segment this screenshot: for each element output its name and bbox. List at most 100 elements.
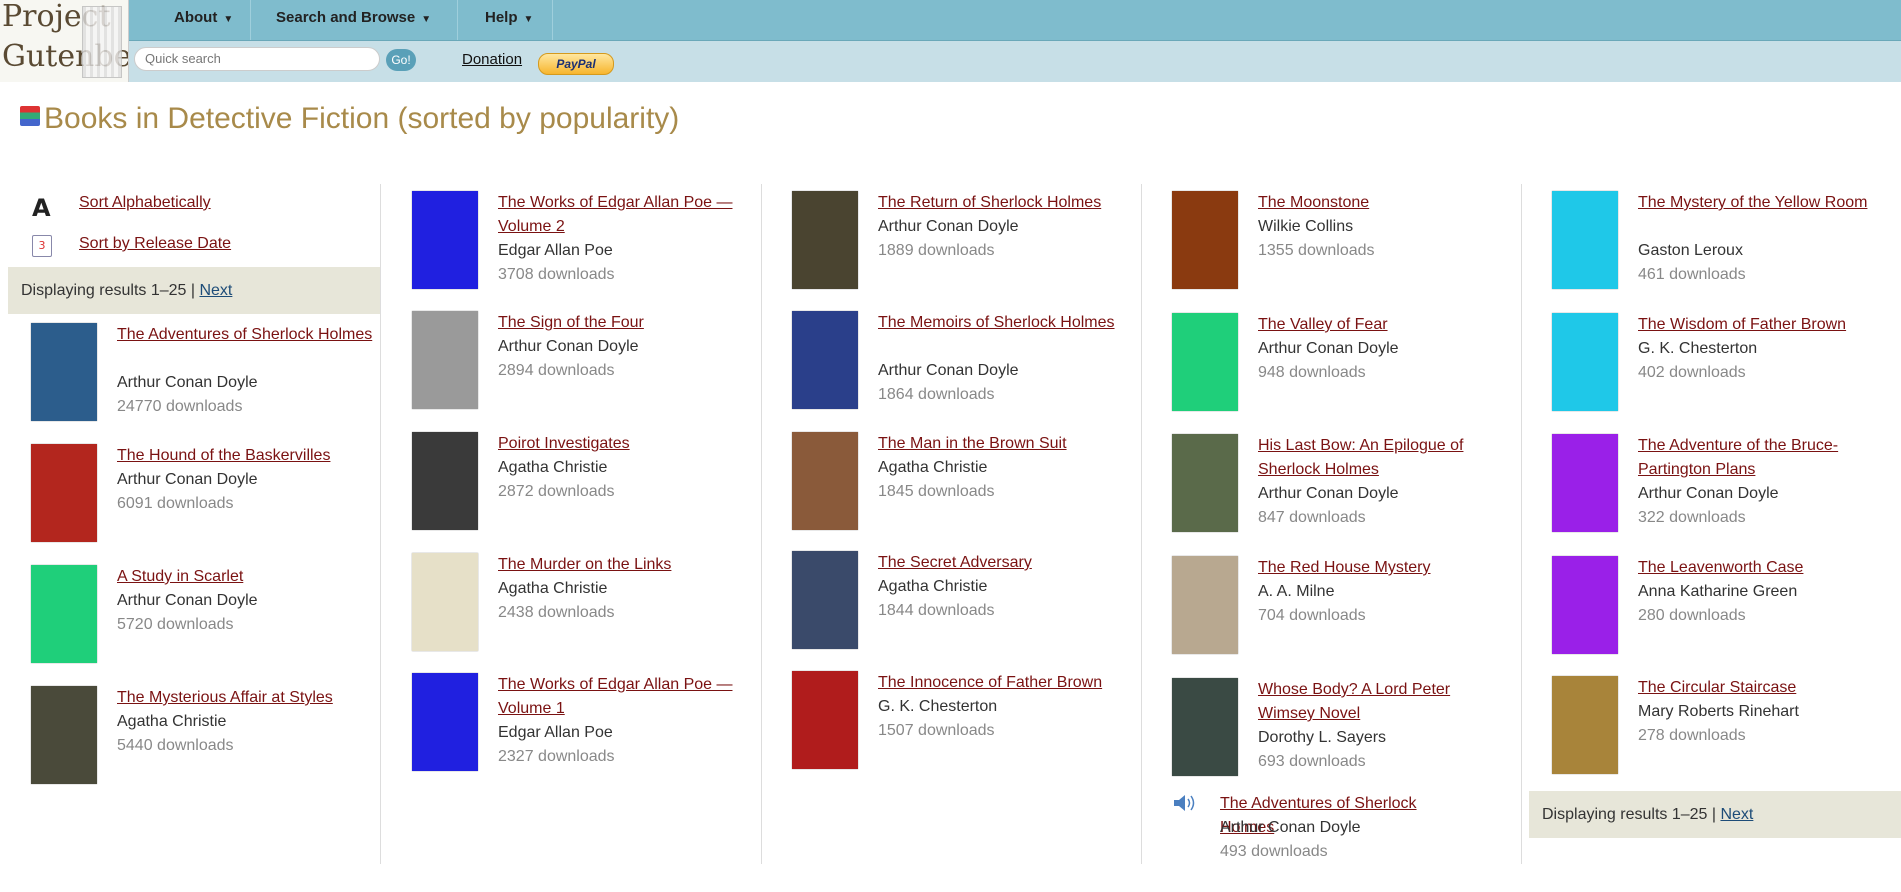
- book-title-link[interactable]: The Wisdom of Father Brown: [1638, 313, 1901, 337]
- book-title-link[interactable]: The Adventures of Sherlock Holmes: [117, 323, 382, 347]
- book-item[interactable]: The Leavenworth Case Anna Katharine Green…: [1552, 556, 1882, 656]
- book-title-link[interactable]: The Man in the Brown Suit: [878, 432, 1143, 456]
- column-divider: [1521, 184, 1522, 864]
- book-cover[interactable]: [412, 553, 478, 651]
- book-cover[interactable]: [1172, 434, 1238, 532]
- book-title-link[interactable]: The Valley of Fear: [1258, 313, 1498, 337]
- book-item[interactable]: The Works of Edgar Allan Poe — Volume 2E…: [412, 191, 742, 291]
- menu-help[interactable]: Help ▼: [475, 0, 543, 40]
- book-title-link[interactable]: The Murder on the Links: [498, 553, 763, 577]
- book-cover[interactable]: [31, 323, 97, 421]
- book-item[interactable]: His Last Bow: An Epilogue of Sherlock Ho…: [1172, 434, 1502, 534]
- logo-tower-image: [82, 6, 122, 78]
- book-title-link[interactable]: The Memoirs of Sherlock Holmes: [878, 311, 1143, 335]
- book-title-link[interactable]: The Leavenworth Case: [1638, 556, 1901, 580]
- book-item[interactable]: The Wisdom of Father Brown G. K. Chestert…: [1552, 313, 1882, 413]
- book-author: Edgar Allan Poe: [498, 724, 613, 741]
- book-title-link[interactable]: The Works of Edgar Allan Poe — Volume 2: [498, 191, 763, 239]
- book-item[interactable]: The Murder on the Links Agatha Christie 24…: [412, 553, 742, 653]
- book-item[interactable]: The Adventures of Sherlock Holmes Arthur …: [31, 323, 372, 423]
- book-cover[interactable]: [792, 671, 858, 769]
- book-title-link[interactable]: The Return of Sherlock Holmes: [878, 191, 1143, 215]
- book-title-link[interactable]: The Red House Mystery: [1258, 556, 1498, 580]
- sort-by-release-date-link[interactable]: Sort by Release Date: [79, 235, 231, 253]
- sort-alphabetically-link[interactable]: Sort Alphabetically: [79, 194, 211, 212]
- book-item[interactable]: A Study in Scarlet Arthur Conan Doyle 5720…: [31, 565, 361, 665]
- book-title-link[interactable]: Poirot Investigates: [498, 432, 763, 456]
- results-bar-bottom: Displaying results 1–25 | Next: [1529, 791, 1901, 838]
- book-cover[interactable]: [31, 565, 97, 663]
- project-gutenberg-logo[interactable]: Project Gutenberg: [0, 0, 129, 82]
- menu-search-and-browse[interactable]: Search and Browse ▼: [266, 0, 441, 40]
- book-title-link[interactable]: The Innocence of Father Brown: [878, 671, 1143, 695]
- book-author: Edgar Allan Poe: [498, 242, 613, 259]
- book-cover[interactable]: [1552, 434, 1618, 532]
- book-cover[interactable]: [1552, 676, 1618, 774]
- book-cover[interactable]: [1172, 313, 1238, 411]
- next-link[interactable]: Next: [1720, 806, 1753, 823]
- book-title-link[interactable]: The Adventure of the Bruce-Partington Pl…: [1638, 434, 1901, 482]
- book-item[interactable]: Whose Body? A Lord Peter Wimsey Novel Dor…: [1172, 678, 1502, 778]
- book-downloads: 847 downloads: [1258, 509, 1366, 526]
- book-cover[interactable]: [412, 191, 478, 289]
- book-cover[interactable]: [1552, 556, 1618, 654]
- book-author: Arthur Conan Doyle: [878, 218, 1019, 235]
- book-item[interactable]: The Adventures of Sherlock Holmes Arthur …: [1172, 792, 1502, 892]
- book-title-link[interactable]: Whose Body? A Lord Peter Wimsey Novel: [1258, 678, 1498, 726]
- book-cover[interactable]: [1552, 191, 1618, 289]
- next-link[interactable]: Next: [199, 282, 232, 299]
- book-item[interactable]: The Circular Staircase Mary Roberts Rineh…: [1552, 676, 1882, 776]
- book-cover[interactable]: [31, 686, 97, 784]
- book-item[interactable]: The Man in the Brown Suit Agatha Christie…: [792, 432, 1122, 532]
- book-cover[interactable]: [792, 551, 858, 649]
- book-item[interactable]: The Innocence of Father Brown G. K. Chest…: [792, 671, 1122, 771]
- book-item[interactable]: The Secret Adversary Agatha Christie 1844 …: [792, 551, 1122, 651]
- book-item[interactable]: The Moonstone Wilkie Collins 1355 download…: [1172, 191, 1502, 291]
- book-item[interactable]: The Works of Edgar Allan Poe — Volume 1E…: [412, 673, 742, 773]
- book-cover[interactable]: [412, 673, 478, 771]
- book-cover[interactable]: [412, 311, 478, 409]
- book-cover[interactable]: [1172, 556, 1238, 654]
- book-cover[interactable]: [412, 432, 478, 530]
- donation-link[interactable]: Donation: [462, 51, 522, 68]
- book-cover[interactable]: [792, 432, 858, 530]
- book-item[interactable]: The Memoirs of Sherlock Holmes Arthur Con…: [792, 311, 1122, 411]
- book-downloads: 461 downloads: [1638, 266, 1746, 283]
- menu-divider: [552, 0, 553, 40]
- book-title-link[interactable]: The Secret Adversary: [878, 551, 1143, 575]
- book-downloads: 280 downloads: [1638, 607, 1746, 624]
- book-item[interactable]: The Adventure of the Bruce-Partington Pl…: [1552, 434, 1882, 534]
- book-cover[interactable]: [792, 311, 858, 409]
- book-cover[interactable]: [31, 444, 97, 542]
- book-downloads: 2872 downloads: [498, 483, 615, 500]
- book-author: Agatha Christie: [117, 713, 227, 730]
- book-title-link[interactable]: The Mystery of the Yellow Room: [1638, 191, 1901, 215]
- book-cover[interactable]: [1552, 313, 1618, 411]
- book-title-link[interactable]: His Last Bow: An Epilogue of Sherlock Ho…: [1258, 434, 1498, 482]
- book-cover[interactable]: [1172, 191, 1238, 289]
- book-title-link[interactable]: The Works of Edgar Allan Poe — Volume 1: [498, 673, 763, 721]
- book-item[interactable]: Poirot Investigates Agatha Christie 2872 d…: [412, 432, 742, 532]
- quick-search-input[interactable]: Quick search: [134, 47, 380, 71]
- book-cover[interactable]: [1172, 678, 1238, 776]
- book-title-link[interactable]: A Study in Scarlet: [117, 565, 382, 589]
- paypal-button[interactable]: PayPal: [538, 53, 614, 75]
- book-item[interactable]: The Sign of the Four Arthur Conan Doyle 28…: [412, 311, 742, 411]
- calendar-icon: 3: [32, 235, 52, 257]
- book-item[interactable]: The Mystery of the Yellow Room Gaston Ler…: [1552, 191, 1882, 291]
- menu-about[interactable]: About ▼: [164, 0, 243, 40]
- book-item[interactable]: The Mysterious Affair at Styles Agatha Ch…: [31, 686, 361, 786]
- book-item[interactable]: The Red House Mystery A. A. Milne 704 down…: [1172, 556, 1502, 656]
- book-item[interactable]: The Valley of Fear Arthur Conan Doyle 948 …: [1172, 313, 1502, 413]
- book-item[interactable]: The Hound of the Baskervilles Arthur Cona…: [31, 444, 361, 544]
- search-go-button[interactable]: Go!: [386, 49, 416, 71]
- book-title-link[interactable]: The Mysterious Affair at Styles: [117, 686, 382, 710]
- book-title-link[interactable]: The Moonstone: [1258, 191, 1498, 215]
- column-divider: [1141, 184, 1142, 864]
- column-divider: [761, 184, 762, 864]
- book-title-link[interactable]: The Circular Staircase: [1638, 676, 1901, 700]
- book-cover[interactable]: [792, 191, 858, 289]
- book-item[interactable]: The Return of Sherlock Holmes Arthur Cona…: [792, 191, 1122, 291]
- book-title-link[interactable]: The Hound of the Baskervilles: [117, 444, 382, 468]
- book-title-link[interactable]: The Sign of the Four: [498, 311, 763, 335]
